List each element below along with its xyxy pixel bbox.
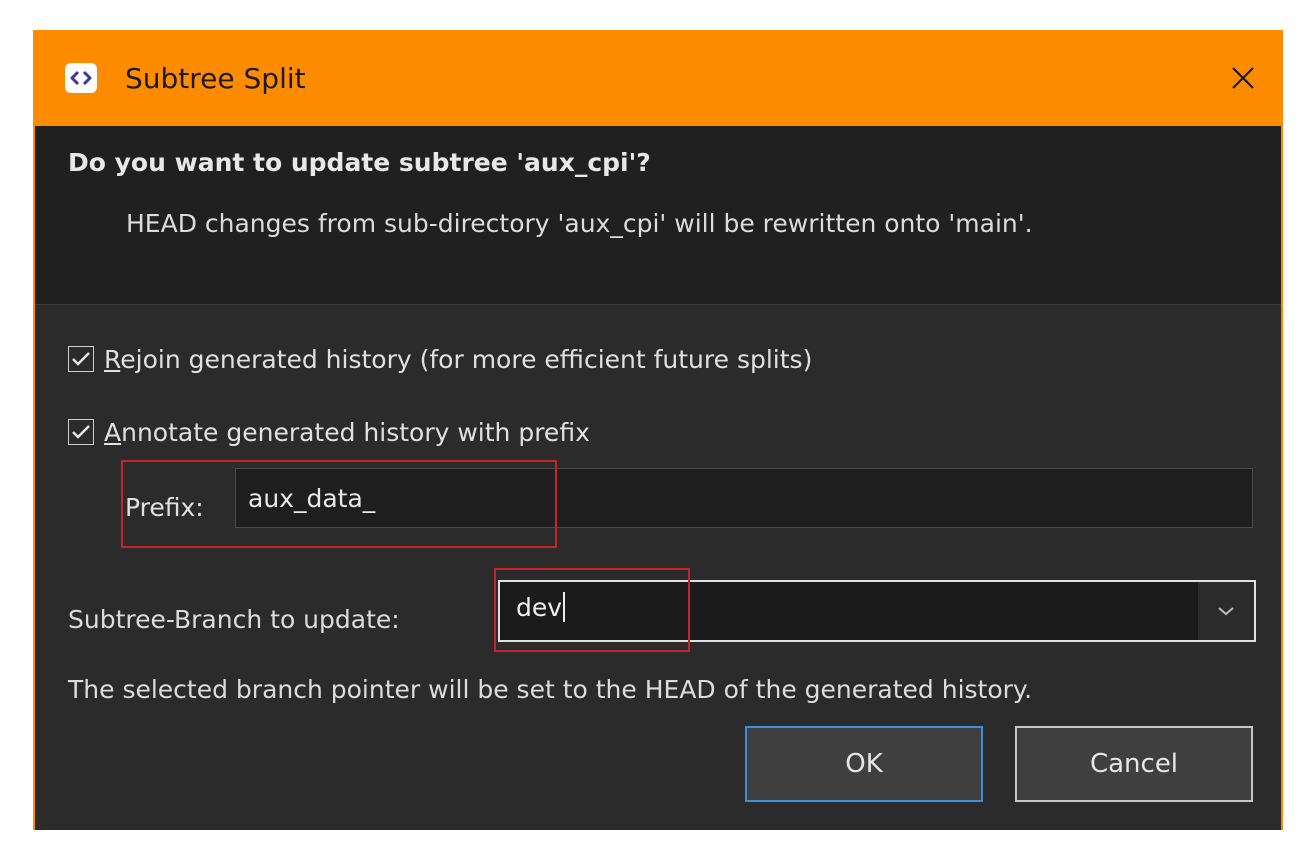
prefix-label: Prefix: xyxy=(125,493,204,522)
branch-hint-text: The selected branch pointer will be set … xyxy=(68,675,1033,704)
subtree-split-dialog: Subtree Split Do you want to update subt… xyxy=(33,30,1283,830)
subtree-branch-combobox[interactable]: dev xyxy=(498,580,1256,642)
ok-button[interactable]: OK xyxy=(745,726,983,802)
subtree-branch-value[interactable]: dev xyxy=(516,592,566,622)
message-panel: Do you want to update subtree 'aux_cpi'?… xyxy=(35,126,1281,305)
subtree-branch-label: Subtree-Branch to update: xyxy=(68,605,400,634)
title-bar: Subtree Split xyxy=(35,30,1281,126)
prefix-input[interactable] xyxy=(235,468,1253,528)
cancel-button[interactable]: Cancel xyxy=(1015,726,1253,802)
info-text: HEAD changes from sub-directory 'aux_cpi… xyxy=(126,209,1033,238)
checkbox-checked-icon[interactable] xyxy=(68,346,94,372)
annotate-history-checkbox[interactable]: Annotate generated history with prefix xyxy=(68,412,590,452)
rejoin-history-label: Rejoin generated history (for more effic… xyxy=(104,344,813,374)
code-brackets-icon xyxy=(65,63,97,93)
checkbox-checked-icon[interactable] xyxy=(68,419,94,445)
close-icon[interactable] xyxy=(1221,56,1265,100)
window-title: Subtree Split xyxy=(125,62,306,95)
chevron-down-icon[interactable] xyxy=(1198,582,1254,640)
text-caret xyxy=(563,592,566,622)
annotate-history-label: Annotate generated history with prefix xyxy=(104,417,590,447)
rejoin-history-checkbox[interactable]: Rejoin generated history (for more effic… xyxy=(68,339,812,379)
question-text: Do you want to update subtree 'aux_cpi'? xyxy=(68,148,651,177)
